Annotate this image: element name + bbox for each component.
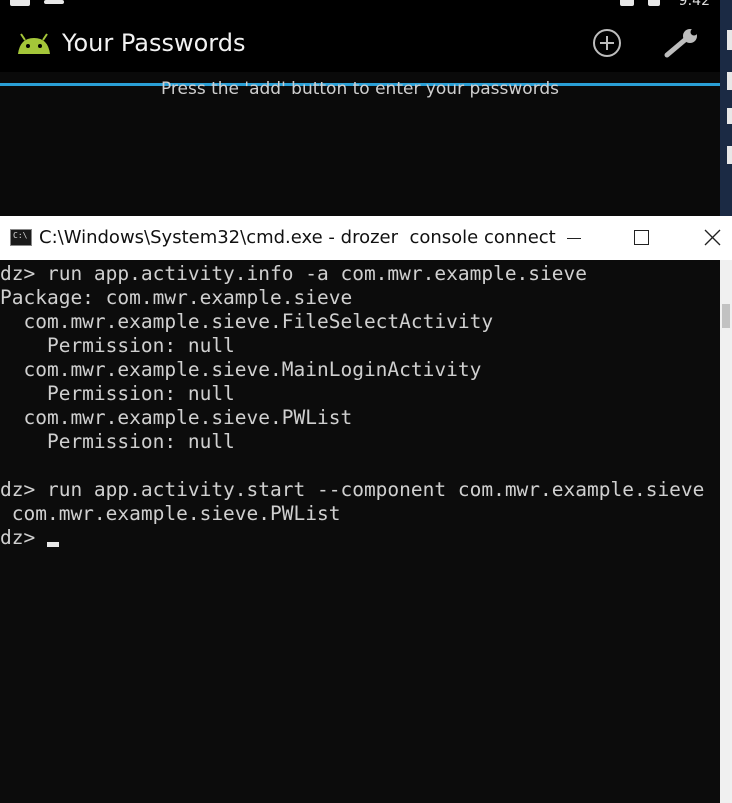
app-action-bar: Your Passwords [0, 12, 720, 86]
add-circle-icon[interactable] [590, 26, 624, 60]
minimize-icon [567, 238, 581, 239]
console-line: dz> run app.activity.start --component c… [0, 478, 705, 501]
scroll-thumb[interactable] [722, 304, 730, 328]
desktop-edge-icon [727, 30, 732, 50]
window-titlebar[interactable]: C:\ C:\Windows\System32\cmd.exe - drozer… [0, 216, 732, 260]
desktop-edge-icon [727, 146, 732, 164]
maximize-button[interactable] [619, 216, 665, 260]
android-logo-icon [18, 33, 50, 54]
console-line: com.mwr.example.sieve.MainLoginActivity [0, 358, 482, 381]
android-status-bar: 9:42 [0, 0, 720, 12]
console-line: Permission: null [0, 430, 235, 453]
maximize-icon [634, 230, 649, 245]
desktop-edge-icon [727, 72, 732, 90]
console-line: Package: com.mwr.example.sieve [0, 286, 353, 309]
console-line: com.mwr.example.sieve.PWList [0, 502, 341, 525]
window-title: C:\Windows\System32\cmd.exe - drozer con… [39, 227, 556, 248]
notification-icon [10, 0, 30, 6]
desktop-edge-icon [727, 108, 732, 124]
console-line: dz> run app.activity.info -a com.mwr.exa… [0, 262, 587, 285]
console-line: Permission: null [0, 382, 235, 405]
close-icon [704, 229, 721, 246]
signal-icon [620, 0, 634, 6]
close-button[interactable] [688, 216, 732, 260]
minimize-button[interactable] [551, 216, 597, 260]
android-emulator-screen: 9:42 Your Passwords Press the 'add' butt… [0, 0, 720, 216]
text-cursor [47, 542, 59, 547]
console-app-icon: C:\ [10, 229, 32, 246]
battery-icon [648, 0, 660, 6]
notification-icon [44, 0, 64, 4]
console-output[interactable]: dz> run app.activity.info -a com.mwr.exa… [0, 260, 720, 803]
console-prompt[interactable]: dz> [0, 526, 47, 550]
console-line: Permission: null [0, 334, 235, 357]
wrench-icon[interactable] [662, 26, 702, 60]
empty-list-hint: Press the 'add' button to enter your pas… [160, 79, 560, 99]
app-title: Your Passwords [62, 29, 246, 57]
status-time: 9:42 [678, 0, 710, 9]
vertical-scrollbar[interactable] [720, 260, 732, 803]
cmd-window: C:\ C:\Windows\System32\cmd.exe - drozer… [0, 216, 732, 803]
console-line: com.mwr.example.sieve.PWList [0, 406, 353, 429]
console-line: com.mwr.example.sieve.FileSelectActivity [0, 310, 494, 333]
